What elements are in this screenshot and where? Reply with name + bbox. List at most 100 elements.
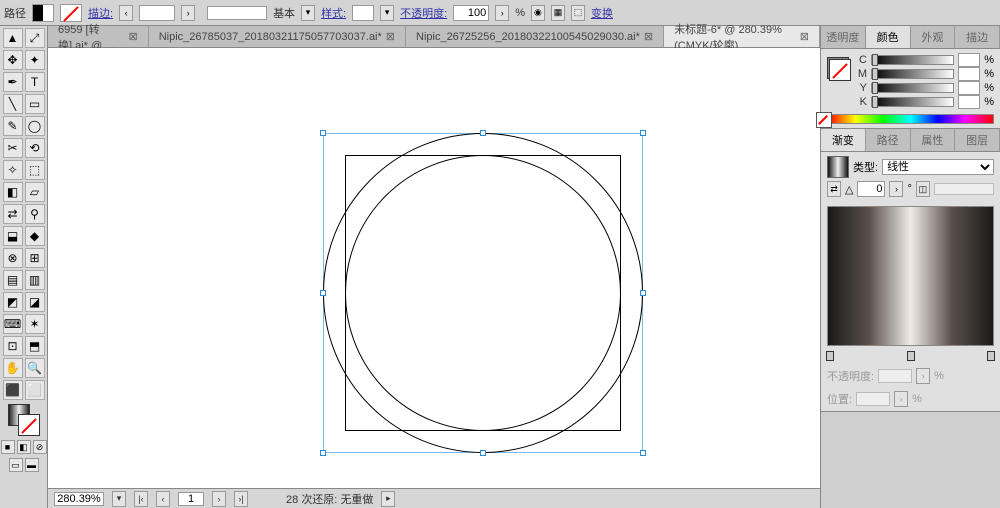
stop-opacity-value[interactable] [878, 369, 912, 383]
stroke-input[interactable] [139, 5, 175, 21]
handle-icon[interactable] [480, 130, 486, 136]
tool-26[interactable]: ⌨ [3, 314, 23, 334]
screen-mode2-icon[interactable]: ▬ [25, 458, 39, 472]
angle-arrow-icon[interactable]: › [889, 181, 903, 197]
stop-position-value[interactable] [856, 392, 890, 406]
gradient-type-select[interactable]: 线性 [882, 159, 994, 175]
tool-18[interactable]: ⬓ [3, 226, 23, 246]
stroke-link[interactable]: 描边: [88, 5, 113, 21]
handle-icon[interactable] [320, 450, 326, 456]
brush-dropdown[interactable] [207, 6, 267, 20]
fill-stroke-well[interactable] [8, 404, 40, 436]
tab-appearance[interactable]: 外观 [911, 26, 956, 48]
handle-icon[interactable] [640, 290, 646, 296]
no-fill-swatch[interactable] [60, 4, 82, 22]
channel-slider[interactable] [871, 55, 954, 65]
gradient-stop[interactable] [987, 351, 995, 361]
handle-icon[interactable] [480, 450, 486, 456]
tool-6[interactable]: ╲ [3, 94, 23, 114]
gradient-swatch[interactable] [827, 156, 849, 178]
page-input[interactable] [178, 492, 204, 506]
channel-value[interactable] [958, 53, 980, 67]
tool-3[interactable]: ✦ [25, 50, 45, 70]
tab-stroke[interactable]: 描边 [955, 26, 1000, 48]
page-next-icon[interactable]: › [212, 491, 226, 507]
tool-8[interactable]: ✎ [3, 116, 23, 136]
style-dropdown-icon[interactable]: ▾ [380, 5, 394, 21]
style-swatch[interactable] [352, 5, 374, 21]
screen-mode-icon[interactable]: ▭ [9, 458, 23, 472]
tool-13[interactable]: ⬚ [25, 160, 45, 180]
tool-17[interactable]: ⚲ [25, 204, 45, 224]
tab-layers[interactable]: 图层 [955, 129, 1000, 151]
tool-20[interactable]: ⊗ [3, 248, 23, 268]
aspect-slider[interactable] [934, 183, 994, 195]
document-tab[interactable]: Nipic_26785037_20180321175057703037.ai* … [149, 26, 406, 47]
canvas[interactable] [48, 48, 820, 488]
tool-27[interactable]: ✶ [25, 314, 45, 334]
zoom-input[interactable] [54, 492, 104, 506]
tool-4[interactable]: ✒ [3, 72, 23, 92]
style-link[interactable]: 样式: [321, 5, 346, 21]
spectrum-strip[interactable] [827, 114, 994, 124]
gradient-stops[interactable] [827, 349, 994, 361]
tab-opacity[interactable]: 透明度 [821, 26, 866, 48]
tool-25[interactable]: ◪ [25, 292, 45, 312]
tool-7[interactable]: ▭ [25, 94, 45, 114]
tool-11[interactable]: ⟲ [25, 138, 45, 158]
color-mode-icon[interactable]: ■ [1, 440, 15, 454]
document-tab[interactable]: 6959 [转换].ai* @ ...⊠ [48, 26, 149, 47]
tool-33[interactable]: ⬜ [25, 380, 45, 400]
align-icon[interactable]: ▦ [551, 5, 565, 21]
tool-24[interactable]: ◩ [3, 292, 23, 312]
gradient-mode-icon[interactable]: ◧ [17, 440, 31, 454]
stroke-inc[interactable]: › [181, 5, 195, 21]
tool-5[interactable]: T [25, 72, 45, 92]
gradient-stop[interactable] [907, 351, 915, 361]
slider-thumb[interactable] [872, 96, 878, 108]
fill-stroke-swatch[interactable] [32, 4, 54, 22]
opacity-link[interactable]: 不透明度: [400, 5, 447, 21]
tool-30[interactable]: ✋ [3, 358, 23, 378]
opacity-input[interactable] [453, 5, 489, 21]
tool-0[interactable]: ▲ [3, 28, 23, 48]
document-tab[interactable]: 未标题-6* @ 280.39% (CMYK/轮廓)⊠ [664, 26, 820, 47]
panel-fill-stroke[interactable] [827, 57, 851, 81]
channel-slider[interactable] [871, 69, 954, 79]
channel-value[interactable] [958, 95, 980, 109]
status-next-icon[interactable]: ▸ [381, 491, 395, 507]
close-icon[interactable]: ⊠ [129, 30, 138, 43]
page-first-icon[interactable]: |‹ [134, 491, 148, 507]
tool-12[interactable]: ✧ [3, 160, 23, 180]
opacity-arrow-icon[interactable]: › [495, 5, 509, 21]
stop-opacity-arrow-icon[interactable]: › [916, 368, 930, 384]
page-prev-icon[interactable]: ‹ [156, 491, 170, 507]
channel-value[interactable] [958, 67, 980, 81]
transform-icon[interactable]: ⬚ [571, 5, 585, 21]
tool-32[interactable]: ⬛ [3, 380, 23, 400]
gradient-stop[interactable] [826, 351, 834, 361]
handle-icon[interactable] [640, 450, 646, 456]
transform-link[interactable]: 变换 [591, 5, 613, 21]
tool-14[interactable]: ◧ [3, 182, 23, 202]
handle-icon[interactable] [320, 130, 326, 136]
tool-23[interactable]: ▥ [25, 270, 45, 290]
tab-gradient[interactable]: 渐变 [821, 129, 866, 151]
slider-thumb[interactable] [872, 82, 878, 94]
angle-input[interactable] [857, 181, 885, 197]
stroke-dec[interactable]: ‹ [119, 5, 133, 21]
handle-icon[interactable] [640, 130, 646, 136]
tool-16[interactable]: ⇄ [3, 204, 23, 224]
tool-2[interactable]: ✥ [3, 50, 23, 70]
tool-1[interactable]: ⤢ [25, 28, 45, 48]
tool-21[interactable]: ⊞ [25, 248, 45, 268]
handle-icon[interactable] [320, 290, 326, 296]
tab-attr[interactable]: 属性 [911, 129, 956, 151]
tool-31[interactable]: 🔍 [25, 358, 45, 378]
stroke-well[interactable] [18, 414, 40, 436]
tool-9[interactable]: ◯ [25, 116, 45, 136]
page-last-icon[interactable]: ›| [234, 491, 248, 507]
reverse-icon[interactable]: ⇄ [827, 181, 841, 197]
close-icon[interactable]: ⊠ [800, 30, 809, 43]
tool-28[interactable]: ⊡ [3, 336, 23, 356]
